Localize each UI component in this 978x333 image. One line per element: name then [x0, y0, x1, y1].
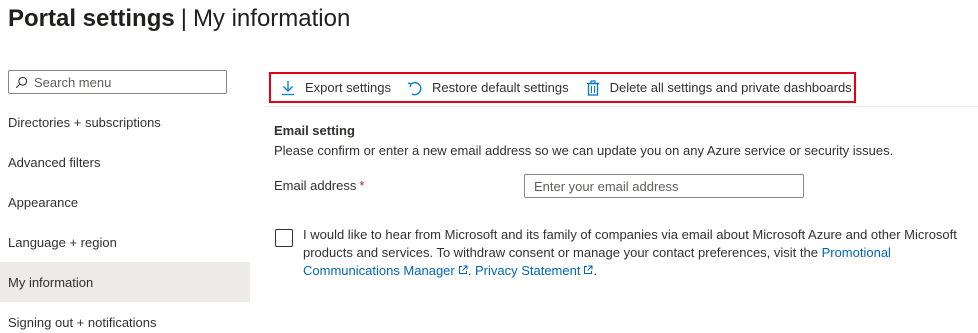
email-address-label: Email address *: [274, 178, 364, 193]
consent-end: .: [593, 263, 598, 278]
sidebar-item-label: Signing out + notifications: [8, 314, 157, 330]
page-title: Portal settings | My information: [8, 4, 350, 34]
email-label-text: Email address: [274, 178, 357, 193]
email-setting-heading: Email setting: [274, 123, 355, 138]
delete-all-settings-label: Delete all settings and private dashboar…: [609, 80, 852, 95]
command-bar: Export settings Restore default settings…: [269, 72, 856, 103]
consent-checkbox[interactable]: [275, 229, 293, 247]
required-indicator: *: [359, 178, 365, 193]
toolbar-divider: [265, 106, 978, 107]
export-settings-button[interactable]: Export settings: [280, 80, 391, 96]
export-settings-label: Export settings: [305, 80, 391, 95]
undo-icon: [407, 81, 422, 95]
sidebar-item-label: My information: [8, 274, 94, 290]
consent-text: I would like to hear from Microsoft and …: [303, 226, 973, 280]
email-field[interactable]: [524, 174, 804, 198]
sidebar-item-language-region[interactable]: Language + region: [0, 222, 250, 262]
search-box[interactable]: [8, 70, 227, 94]
search-icon: [15, 76, 28, 88]
sidebar-item-signing-out-notifications[interactable]: Signing out + notifications: [0, 302, 250, 333]
external-link-icon: [584, 265, 593, 274]
sidebar-item-directories-subscriptions[interactable]: Directories + subscriptions: [0, 102, 250, 142]
sidebar-item-label: Appearance: [8, 194, 79, 210]
privacy-link-label: Privacy Statement: [474, 263, 581, 278]
delete-all-settings-button[interactable]: Delete all settings and private dashboar…: [585, 79, 852, 96]
download-icon: [282, 80, 294, 95]
external-link-icon: [458, 265, 468, 274]
restore-default-settings-label: Restore default settings: [432, 80, 569, 95]
privacy-statement-link[interactable]: Privacy Statement: [475, 263, 594, 278]
sidebar-item-label: Directories + subscriptions: [8, 114, 161, 130]
search-input[interactable]: [34, 74, 214, 90]
email-setting-description: Please confirm or enter a new email addr…: [274, 143, 894, 158]
consent-between: .: [467, 263, 475, 278]
sidebar-item-label: Language + region: [8, 234, 117, 250]
sidebar-item-label: Advanced filters: [8, 154, 101, 170]
trash-icon: [586, 79, 599, 96]
sidebar-item-my-information[interactable]: My information: [0, 262, 250, 302]
sidebar-item-appearance[interactable]: Appearance: [0, 182, 250, 222]
title-separator: |: [180, 5, 187, 32]
sidebar-nav: Directories + subscriptions Advanced fil…: [0, 102, 250, 333]
page-subtitle: My information: [192, 5, 351, 32]
restore-default-settings-button[interactable]: Restore default settings: [407, 80, 569, 96]
sidebar-item-advanced-filters[interactable]: Advanced filters: [0, 142, 250, 182]
page-title-main: Portal settings: [8, 5, 175, 32]
